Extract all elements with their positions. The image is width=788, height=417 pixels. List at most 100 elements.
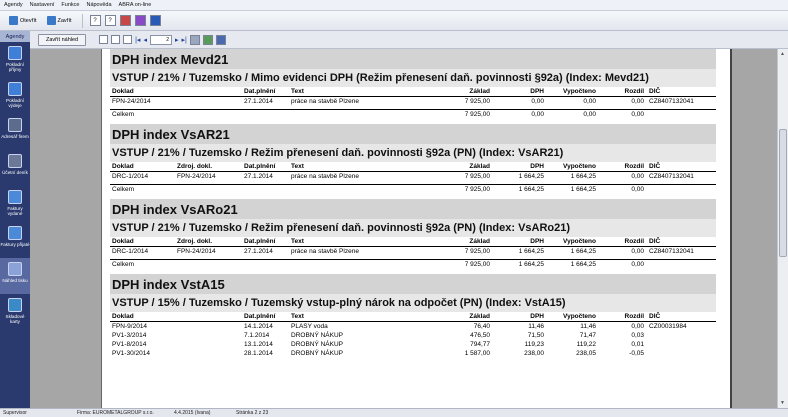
total-label: Celkem [112,261,135,268]
column-header-vyp: Vypočteno [563,313,596,320]
column-header-rozd: Rozdíl [624,88,645,95]
close-preview-button[interactable]: Zavřít náhled [38,33,87,46]
menu-nastaveni[interactable]: Nastavení [30,2,55,8]
scroll-down-icon[interactable]: ▼ [780,400,785,406]
sidebar-item-label: Skladové karty [5,314,25,324]
column-header-dph: DPH [530,313,544,320]
help-icon[interactable]: ? [89,15,101,26]
menu-agendy[interactable]: Agendy [4,2,23,8]
status-bar: Supervisor Firma: EUROMETALGROUP s.r.o. … [0,408,788,417]
app-window: Agendy Nastavení Funkce Nápověda ABRA on… [0,0,788,417]
column-header-rozd: Rozdíl [624,238,645,245]
export-icon[interactable] [202,34,213,45]
prev-page-icon[interactable]: ◂ [143,36,147,44]
column-header-dph: DPH [530,163,544,170]
cell-text: práce na stavbě Plzene [291,98,359,105]
palette-icon[interactable] [134,15,146,26]
section-title: DPH index Mevd21 [110,49,716,69]
total-rozd: 0,00 [631,186,644,193]
total-zaklad: 7 925,00 [464,111,490,118]
menu-funkce[interactable]: Funkce [61,2,79,8]
column-header-doklad: Doklad [112,313,134,320]
cell-dat: 13.1.2014 [244,341,273,348]
total-dph: 1 664,25 [518,261,544,268]
total-label: Celkem [112,111,135,118]
table-header-row: Doklad Dat.plnění Text Základ DPH Vypočteno Ro… [110,87,716,97]
cell-rozd: 0,00 [631,98,644,105]
main-toolbar: Otevřít Zavřít ? ? [0,11,788,31]
email-icon[interactable] [215,34,226,45]
two-page-view-icon[interactable] [111,35,121,44]
status-user: Supervisor [3,410,27,416]
agenda-icon [8,118,22,132]
column-header-dic: DIČ [649,163,661,170]
column-header-dph: DPH [530,88,544,95]
menu-abra-online[interactable]: ABRA on-line [119,2,152,8]
open-button[interactable]: Otevřít [6,14,40,28]
cell-vyp: 11,46 [580,323,596,330]
cell-doklad: PV1-3/2014 [112,332,147,339]
context-help-icon[interactable]: ? [104,15,116,26]
column-header-zaklad: Základ [469,163,490,170]
agenda-icon [8,154,22,168]
column-header-dat: Dat.plnění [244,238,276,245]
agenda-icon [8,262,22,276]
cell-zaklad: 76,40 [473,323,490,330]
cell-vyp: 1 664,25 [570,248,596,255]
column-header-dat: Dat.plnění [244,163,276,170]
tools-icon[interactable] [119,15,131,26]
agenda-sidebar: Agendy Pokladní příjmy Pokladní výdeje Adr… [0,31,30,408]
sidebar-item-5[interactable]: Faktury přijaté [0,222,30,258]
one-page-view-icon[interactable] [99,35,109,44]
column-header-dph: DPH [530,238,544,245]
sidebar-item-3[interactable]: Účetní deník [0,150,30,186]
column-header-dat: Dat.plnění [244,313,276,320]
close-button[interactable]: Zavřít [44,14,75,28]
section-subtitle: VSTUP / 15% / Tuzemsko / Tuzemský vstup-… [110,294,716,312]
sidebar-item-4[interactable]: Faktury vydané [0,186,30,222]
cell-dph: 0,00 [531,98,544,105]
save-icon[interactable] [149,15,161,26]
cell-dat: 27.1.2014 [244,173,273,180]
sidebar-item-label: Pokladní příjmy [6,62,24,72]
table-row: DRC-1/2014 FPN-24/2014 27.1.2014 práce na s… [110,247,716,256]
next-page-icon[interactable]: ▸ [175,36,179,44]
preview-toolbar: Zavřít náhled |◂ ◂ 2 ▸ ▸| [30,31,788,49]
sidebar-item-label: Účetní deník [2,170,28,175]
last-page-icon[interactable]: ▸| [181,36,186,44]
vertical-scrollbar[interactable]: ▲ ▼ [777,49,788,408]
page-number-input[interactable]: 2 [149,34,172,45]
total-vyp: 1 664,25 [570,261,596,268]
cell-zaklad: 7 925,00 [464,173,490,180]
close-icon [46,16,56,25]
status-company: Firma: EUROMETALGROUP s.r.o. [77,410,154,416]
scroll-thumb[interactable] [779,129,787,257]
cell-rozd: 0,00 [631,173,644,180]
cell-rozd: -0,05 [629,350,644,357]
agenda-icon [8,46,22,60]
page-width-icon[interactable] [123,35,133,44]
cell-text: práce na stavbě Plzene [291,173,359,180]
print-icon[interactable] [189,34,200,45]
section-subtitle: VSTUP / 21% / Tuzemsko / Režim přenesení… [110,144,716,162]
sidebar-item-6[interactable]: Náhled tisku [0,258,30,294]
sidebar-item-0[interactable]: Pokladní příjmy [0,42,30,78]
scroll-up-icon[interactable]: ▲ [780,51,785,57]
column-header-vyp: Vypočteno [563,238,596,245]
cell-doklad: FPN-9/2014 [112,323,148,330]
sidebar-item-2[interactable]: Adresář firem [0,114,30,150]
table-row: DRC-1/2014 FPN-24/2014 27.1.2014 práce na s… [110,172,716,181]
sidebar-item-label: Faktury přijaté [0,242,30,247]
close-button-label: Zavřít [57,17,72,24]
cell-dat: 27.1.2014 [244,98,273,105]
total-rozd: 0,00 [631,111,644,118]
column-header-text: Text [291,313,304,320]
first-page-icon[interactable]: |◂ [135,36,140,44]
cell-dat: 27.1.2014 [244,248,273,255]
cell-dic: CZ8407132041 [649,98,694,105]
sidebar-item-1[interactable]: Pokladní výdeje [0,78,30,114]
sidebar-item-7[interactable]: Skladové karty [0,294,30,330]
cell-rozd: 0,00 [631,248,644,255]
open-icon [9,16,18,25]
menu-napoveda[interactable]: Nápověda [86,2,111,8]
